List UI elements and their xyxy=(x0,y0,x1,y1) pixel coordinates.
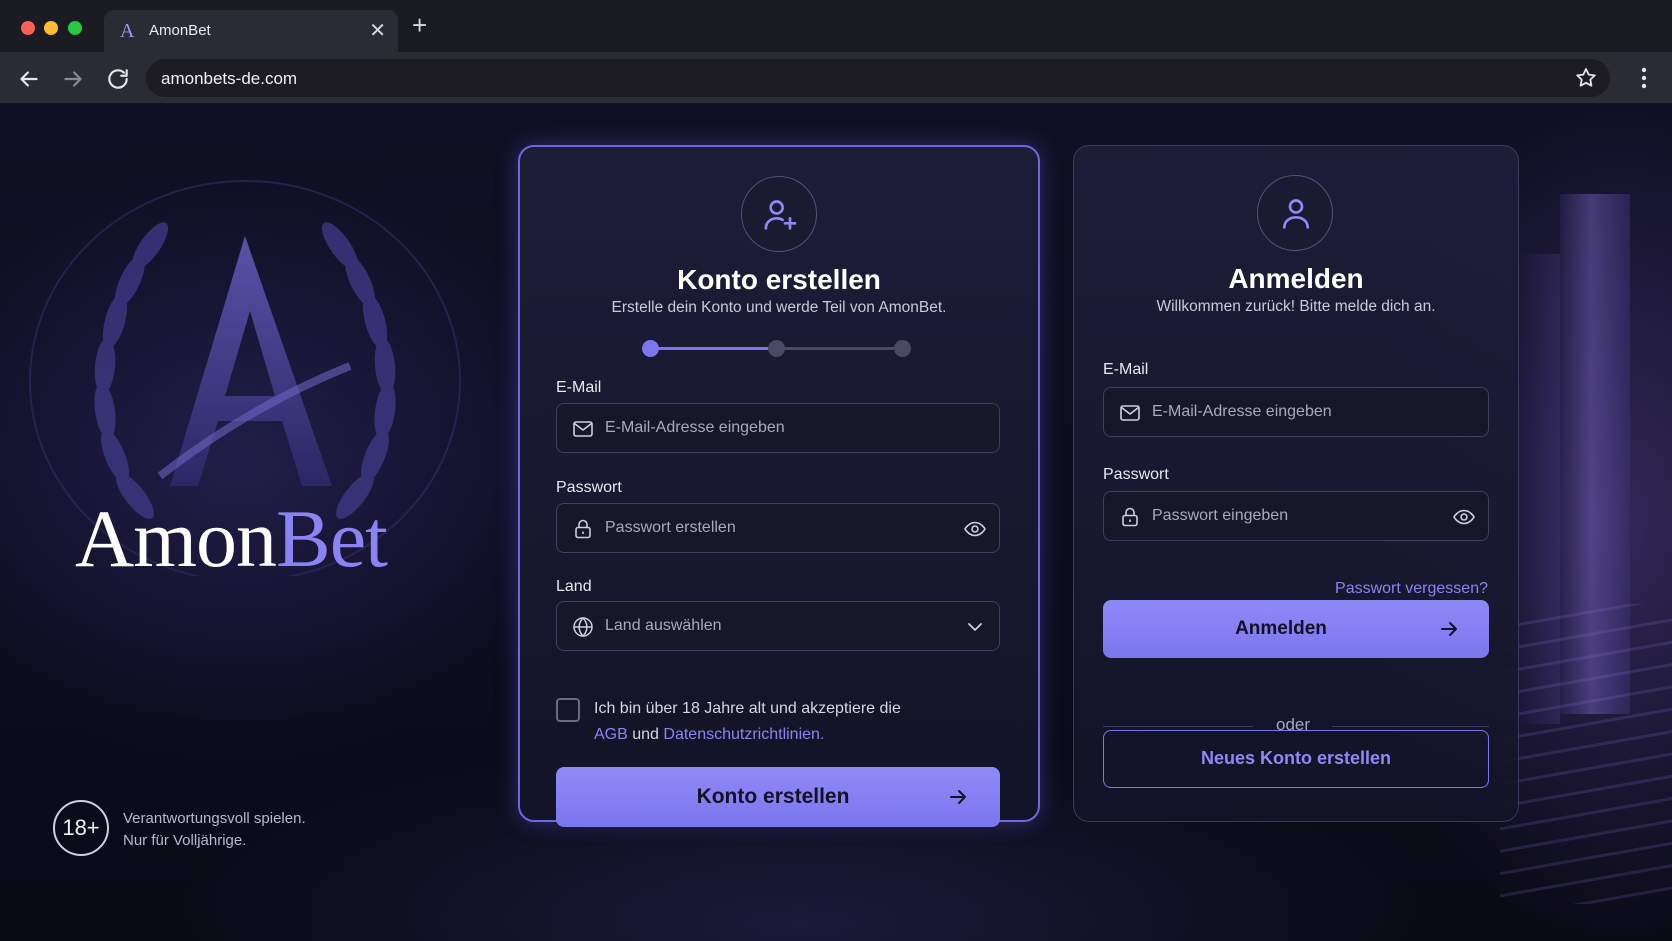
bookmark-star-icon[interactable] xyxy=(1574,66,1598,90)
login-button[interactable]: Anmelden xyxy=(1103,600,1489,658)
arrow-right-icon xyxy=(1441,622,1457,636)
terms-line1: Ich bin über 18 Jahre alt und akzeptiere… xyxy=(594,700,901,717)
progress-line-pending xyxy=(776,347,894,350)
privacy-policy-link[interactable]: Datenschutzrichtlinien xyxy=(663,726,820,743)
signup-country-label: Land xyxy=(556,578,592,595)
login-password-placeholder: Passwort eingeben xyxy=(1152,507,1289,524)
step-dot-active xyxy=(642,340,659,357)
country-select[interactable]: Land auswählen xyxy=(556,601,1000,651)
create-account-button[interactable]: Konto erstellen xyxy=(556,767,1000,827)
new-tab-icon[interactable]: + xyxy=(412,12,427,38)
agb-link[interactable]: AGB xyxy=(594,726,628,743)
signup-card: Konto erstellen Erstelle dein Konto und … xyxy=(518,145,1040,827)
add-user-avatar xyxy=(741,176,817,252)
brand-name-part2: Bet xyxy=(276,493,388,584)
signup-password-label: Passwort xyxy=(556,479,622,496)
address-bar[interactable]: amonbets-de.com xyxy=(146,59,1610,97)
terms-checkbox[interactable] xyxy=(556,698,580,722)
step-dot xyxy=(768,340,785,357)
globe-icon xyxy=(573,616,593,638)
responsible-line2: Nur für Volljährige. xyxy=(123,832,247,849)
terms-line2: AGB und Datenschutzrichtlinien. xyxy=(594,722,901,748)
forgot-password-link[interactable]: Passwort vergessen? xyxy=(1335,580,1488,598)
terms-text: Ich bin über 18 Jahre alt und akzeptiere… xyxy=(594,696,901,748)
signup-title: Konto erstellen xyxy=(677,264,881,295)
terms-end: . xyxy=(819,726,825,743)
signup-password-placeholder: Passwort erstellen xyxy=(605,519,736,536)
login-email-label: E-Mail xyxy=(1103,361,1149,378)
tab-title: AmonBet xyxy=(149,22,211,39)
brand-name-part1: Amon xyxy=(75,493,277,584)
signup-subtitle: Erstelle dein Konto und werde Teil von A… xyxy=(611,299,947,316)
signup-email-placeholder: E-Mail-Adresse eingeben xyxy=(605,419,785,436)
create-account-button-label: Konto erstellen xyxy=(696,785,850,808)
lock-icon xyxy=(575,519,591,539)
close-window-button[interactable] xyxy=(21,21,35,35)
country-placeholder: Land auswählen xyxy=(605,617,722,634)
signup-email-input[interactable]: E-Mail-Adresse eingeben xyxy=(556,403,1000,453)
signup-email-label: E-Mail xyxy=(556,379,602,396)
responsible-line1: Verantwortungsvoll spielen. xyxy=(123,810,306,827)
add-user-icon xyxy=(764,200,797,230)
login-email-input[interactable]: E-Mail-Adresse eingeben xyxy=(1103,387,1489,437)
eye-icon[interactable] xyxy=(1452,505,1476,529)
browser-tab[interactable]: A AmonBet ✕ xyxy=(104,10,398,52)
browser-menu-icon[interactable] xyxy=(1632,65,1656,91)
mail-icon xyxy=(573,421,593,437)
url-text: amonbets-de.com xyxy=(161,69,298,88)
user-avatar xyxy=(1257,175,1333,251)
favicon-icon: A xyxy=(120,20,135,42)
page-background: AmonBet 18+ Verantwortungsvoll spielen. … xyxy=(0,104,1672,941)
login-button-label: Anmelden xyxy=(1235,618,1327,639)
new-account-button[interactable]: Neues Konto erstellen xyxy=(1103,730,1489,788)
back-arrow-icon[interactable] xyxy=(16,66,42,92)
login-subtitle: Willkommen zurück! Bitte melde dich an. xyxy=(1156,298,1436,315)
browser-toolbar: amonbets-de.com xyxy=(0,52,1672,104)
maximize-window-button[interactable] xyxy=(68,21,82,35)
arrow-right-icon xyxy=(950,790,966,804)
chevron-down-icon xyxy=(968,623,982,631)
login-password-label: Passwort xyxy=(1103,466,1169,483)
eye-icon[interactable] xyxy=(963,517,987,541)
signup-password-input[interactable]: Passwort erstellen xyxy=(556,503,1000,553)
login-email-placeholder: E-Mail-Adresse eingeben xyxy=(1152,403,1332,420)
forward-arrow-icon[interactable] xyxy=(60,66,86,92)
browser-tabbar: A AmonBet ✕ + xyxy=(0,0,1672,52)
mail-icon xyxy=(1120,405,1140,421)
decorative-stairs xyxy=(1500,604,1672,904)
login-password-input[interactable]: Passwort eingeben xyxy=(1103,491,1489,541)
step-dot xyxy=(894,340,911,357)
login-card: Anmelden Willkommen zurück! Bitte melde … xyxy=(1073,145,1519,822)
login-title: Anmelden xyxy=(1228,263,1364,294)
lock-icon xyxy=(1122,507,1138,527)
close-tab-icon[interactable]: ✕ xyxy=(369,18,386,43)
user-icon xyxy=(1283,199,1309,229)
responsible-gaming-text: Verantwortungsvoll spielen. Nur für Voll… xyxy=(123,808,306,852)
age-restriction-badge: 18+ xyxy=(53,800,109,856)
reload-icon[interactable] xyxy=(105,66,131,92)
brand-wordmark: AmonBet xyxy=(75,492,388,586)
progress-line-complete xyxy=(650,347,768,350)
terms-and: und xyxy=(632,726,659,743)
signup-progress-steps xyxy=(642,339,912,359)
minimize-window-button[interactable] xyxy=(44,21,58,35)
